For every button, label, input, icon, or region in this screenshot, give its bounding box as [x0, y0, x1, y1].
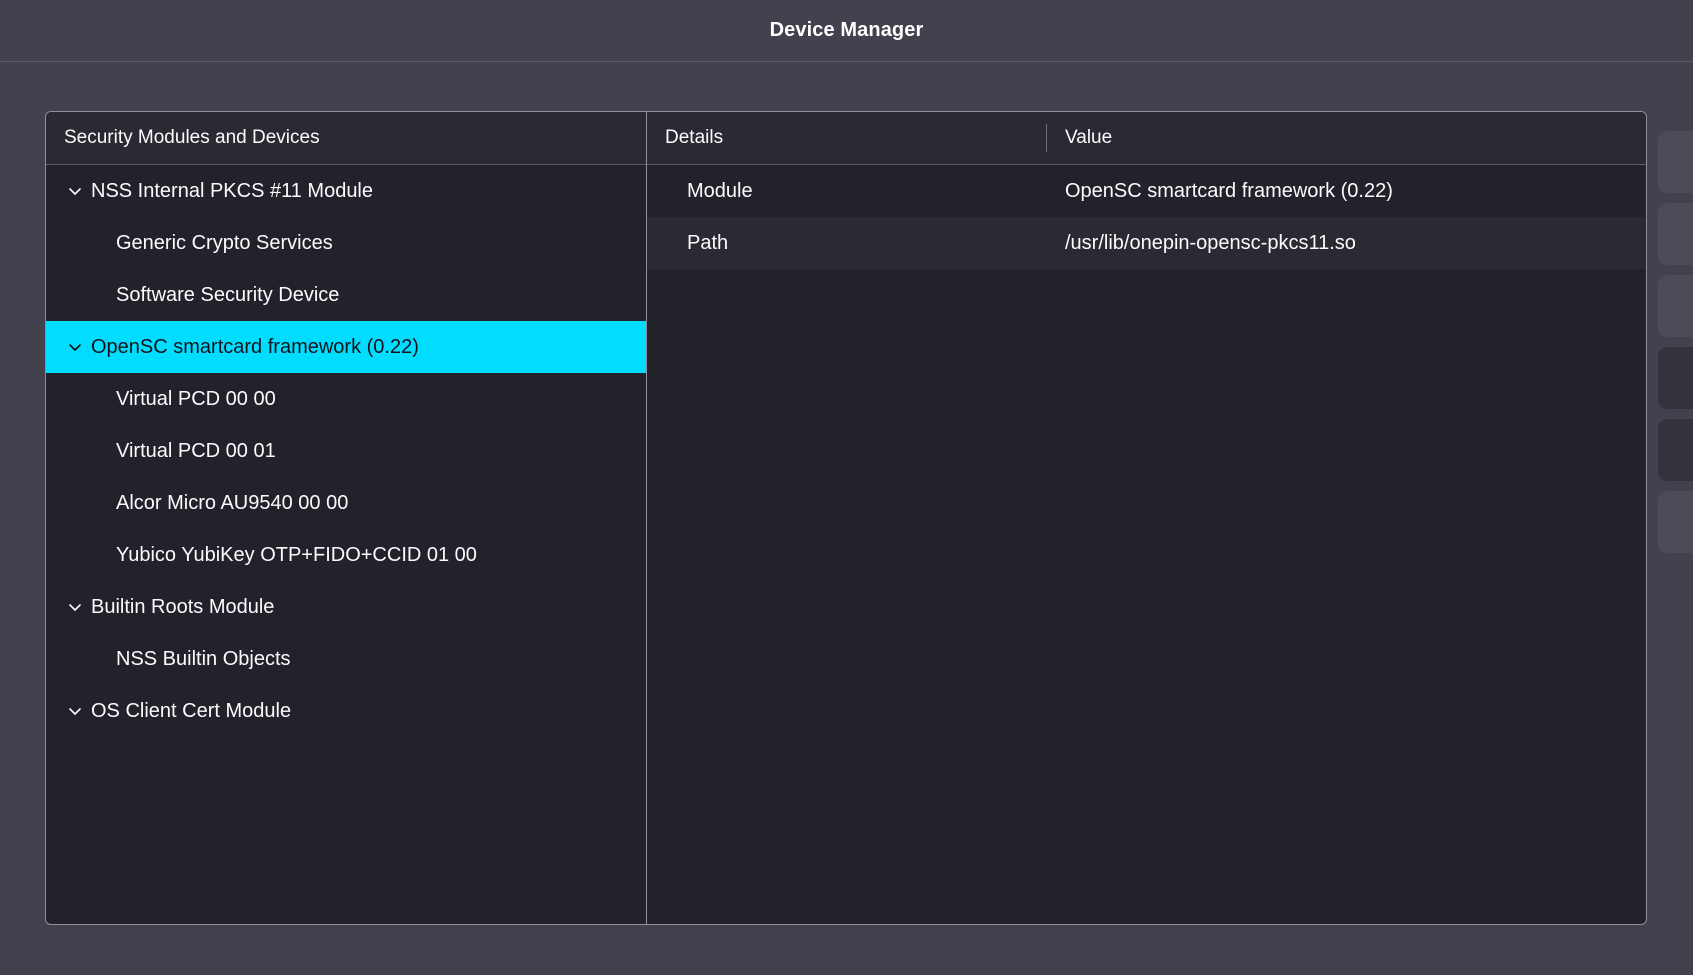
security-modules-panel: Security Modules and Devices NSS Interna… — [45, 111, 646, 925]
dialog-title: Device Manager — [769, 19, 924, 41]
details-header: Details Value — [647, 112, 1646, 165]
chevron-down-icon[interactable] — [63, 335, 87, 359]
tree-item[interactable]: Generic Crypto Services — [46, 217, 646, 269]
strip-button[interactable] — [1658, 347, 1693, 409]
chevron-down-icon[interactable] — [63, 699, 87, 723]
tree-item-label: Virtual PCD 00 00 — [116, 388, 276, 410]
tree-item-label: NSS Internal PKCS #11 Module — [91, 180, 374, 202]
tree-item-label: Yubico YubiKey OTP+FIDO+CCID 01 00 — [116, 544, 477, 566]
tree-item-label: NSS Builtin Objects — [116, 648, 291, 670]
tree-item-label: Software Security Device — [116, 284, 340, 306]
detail-row[interactable]: Module OpenSC smartcard framework (0.22) — [647, 165, 1646, 217]
strip-button[interactable] — [1658, 419, 1693, 481]
detail-value: OpenSC smartcard framework (0.22) — [1065, 179, 1393, 202]
tree-item[interactable]: Virtual PCD 00 00 — [46, 373, 646, 425]
chevron-down-icon[interactable] — [63, 595, 87, 619]
strip-button[interactable] — [1658, 131, 1693, 193]
tree-item[interactable]: OS Client Cert Module — [46, 685, 646, 737]
strip-button[interactable] — [1658, 491, 1693, 553]
tree-item[interactable]: OpenSC smartcard framework (0.22) — [46, 321, 646, 373]
details-column-header: Details — [647, 112, 1047, 164]
tree-item-label: OS Client Cert Module — [91, 700, 292, 722]
panels-container: Security Modules and Devices NSS Interna… — [45, 111, 1647, 925]
detail-value: /usr/lib/onepin-opensc-pkcs11.so — [1065, 231, 1356, 254]
tree-item-label: Generic Crypto Services — [116, 232, 333, 254]
right-edge-button-strip — [1652, 63, 1693, 975]
dialog-body: Security Modules and Devices NSS Interna… — [0, 63, 1693, 975]
value-column-header: Value — [1065, 127, 1113, 148]
strip-button[interactable] — [1658, 275, 1693, 337]
tree-item-label: Builtin Roots Module — [91, 596, 275, 618]
tree-item-label: Virtual PCD 00 01 — [116, 440, 276, 462]
details-panel: Details Value Module OpenSC smartcard fra… — [646, 111, 1647, 925]
tree-item[interactable]: Builtin Roots Module — [46, 581, 646, 633]
chevron-down-icon[interactable] — [63, 179, 87, 203]
tree-item[interactable]: NSS Internal PKCS #11 Module — [46, 165, 646, 217]
detail-key: Module — [687, 179, 753, 202]
tree-item[interactable]: NSS Builtin Objects — [46, 633, 646, 685]
tree-item-label: OpenSC smartcard framework (0.22) — [91, 336, 419, 358]
detail-row[interactable]: Path/usr/lib/onepin-opensc-pkcs11.so — [647, 217, 1646, 269]
details-table: Module OpenSC smartcard framework (0.22) P… — [647, 165, 1646, 269]
strip-button[interactable] — [1658, 203, 1693, 265]
security-modules-header: Security Modules and Devices — [46, 112, 646, 165]
module-tree[interactable]: NSS Internal PKCS #11 Module Generic Cryp… — [46, 165, 646, 737]
tree-item[interactable]: Virtual PCD 00 01 — [46, 425, 646, 477]
tree-item-label: Alcor Micro AU9540 00 00 — [116, 492, 349, 514]
tree-item[interactable]: Alcor Micro AU9540 00 00 — [46, 477, 646, 529]
tree-item[interactable]: Software Security Device — [46, 269, 646, 321]
dialog-titlebar: Device Manager — [0, 0, 1693, 62]
detail-key: Path — [687, 231, 729, 254]
tree-item[interactable]: Yubico YubiKey OTP+FIDO+CCID 01 00 — [46, 529, 646, 581]
